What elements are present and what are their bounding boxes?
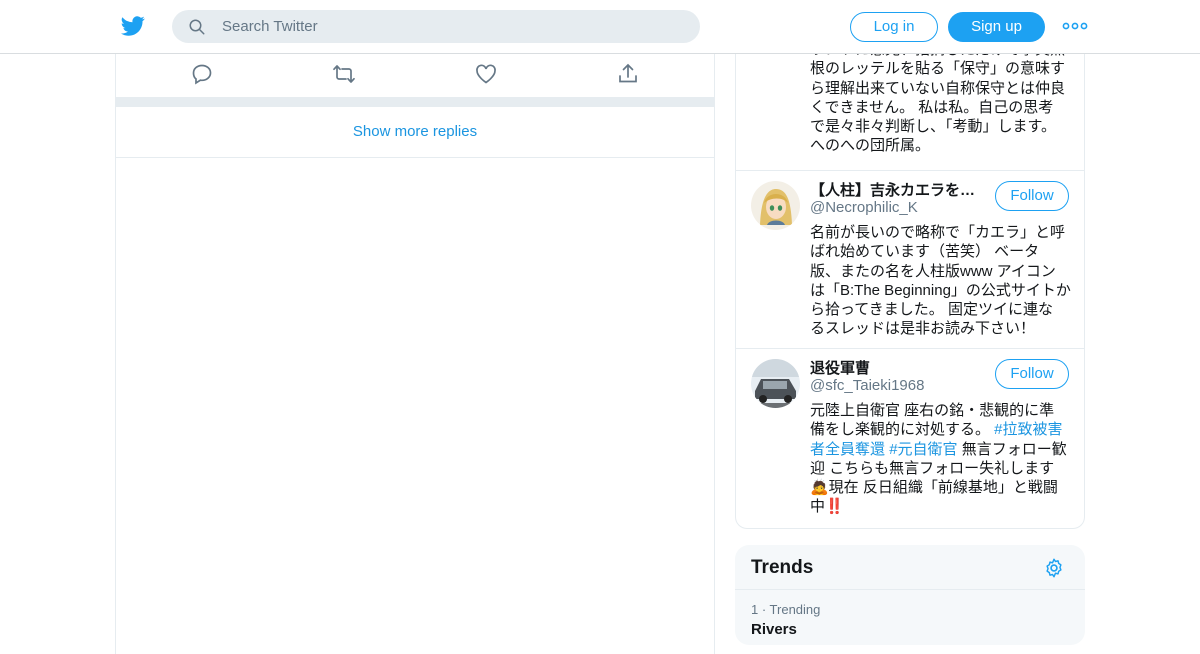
search-icon bbox=[189, 19, 205, 35]
trend-meta: 1 · Trending bbox=[751, 602, 821, 617]
user-handle[interactable]: @Necrophilic_K bbox=[810, 199, 918, 216]
more-dots-icon[interactable] bbox=[1062, 16, 1088, 36]
share-icon[interactable] bbox=[616, 62, 640, 86]
search-box[interactable] bbox=[172, 10, 700, 43]
follow-suggestion: 【人柱】吉永カエラを目指すしがない凡人 @Necrophilic_K Follo… bbox=[736, 170, 1084, 348]
hashtag-link[interactable]: 者全員奪還 bbox=[810, 441, 885, 458]
signup-button[interactable]: Sign up bbox=[948, 12, 1045, 42]
user-bio: ウントに意見、指摘しただけで事実無 根のレッテルを貼る「保守」の意味す ら理解出… bbox=[810, 41, 1066, 155]
tweet-action-bar bbox=[116, 54, 714, 97]
follow-button[interactable]: Follow bbox=[995, 359, 1069, 389]
timeline-column: Show more replies bbox=[115, 54, 715, 654]
twitter-bird-icon[interactable] bbox=[120, 14, 146, 38]
user-display-name[interactable]: 退役軍曹 bbox=[810, 357, 980, 378]
gear-icon[interactable] bbox=[1043, 557, 1065, 579]
top-navigation-bar: Log in Sign up bbox=[0, 0, 1200, 54]
trends-title: Trends bbox=[751, 557, 814, 578]
section-divider bbox=[116, 97, 714, 107]
follow-suggestion: 退役軍曹 @sfc_Taieki1968 Follow 元陸上自衛官 座右の銘・… bbox=[736, 348, 1084, 528]
user-bio: 名前が長いので略称で「カエラ」と呼 ばれ始めています（苦笑） ベータ 版、またの… bbox=[810, 224, 1071, 338]
user-display-name[interactable]: 【人柱】吉永カエラを目指すしがない凡人 bbox=[810, 179, 980, 200]
avatar[interactable] bbox=[751, 181, 800, 230]
user-bio: 元陸上自衛官 座右の銘・悲観的に準 備をし楽観的に対処する。 #拉致被害 者全員… bbox=[810, 402, 1067, 516]
who-to-follow-panel: ウントに意見、指摘しただけで事実無 根のレッテルを貼る「保守」の意味す ら理解出… bbox=[735, 20, 1085, 529]
hashtag-link[interactable]: #元自衛官 bbox=[889, 441, 957, 458]
trends-panel: Trends 1 · Trending Rivers bbox=[735, 545, 1085, 645]
like-icon[interactable] bbox=[474, 62, 498, 86]
user-handle[interactable]: @sfc_Taieki1968 bbox=[810, 377, 924, 394]
show-more-replies-link[interactable]: Show more replies bbox=[116, 107, 714, 158]
divider bbox=[735, 589, 1085, 590]
retweet-icon[interactable] bbox=[332, 62, 356, 86]
reply-icon[interactable] bbox=[190, 62, 214, 86]
login-button[interactable]: Log in bbox=[850, 12, 938, 42]
follow-button[interactable]: Follow bbox=[995, 181, 1069, 211]
avatar[interactable] bbox=[751, 359, 800, 408]
search-input[interactable] bbox=[222, 10, 682, 43]
hashtag-link[interactable]: #拉致被害 bbox=[994, 421, 1062, 438]
